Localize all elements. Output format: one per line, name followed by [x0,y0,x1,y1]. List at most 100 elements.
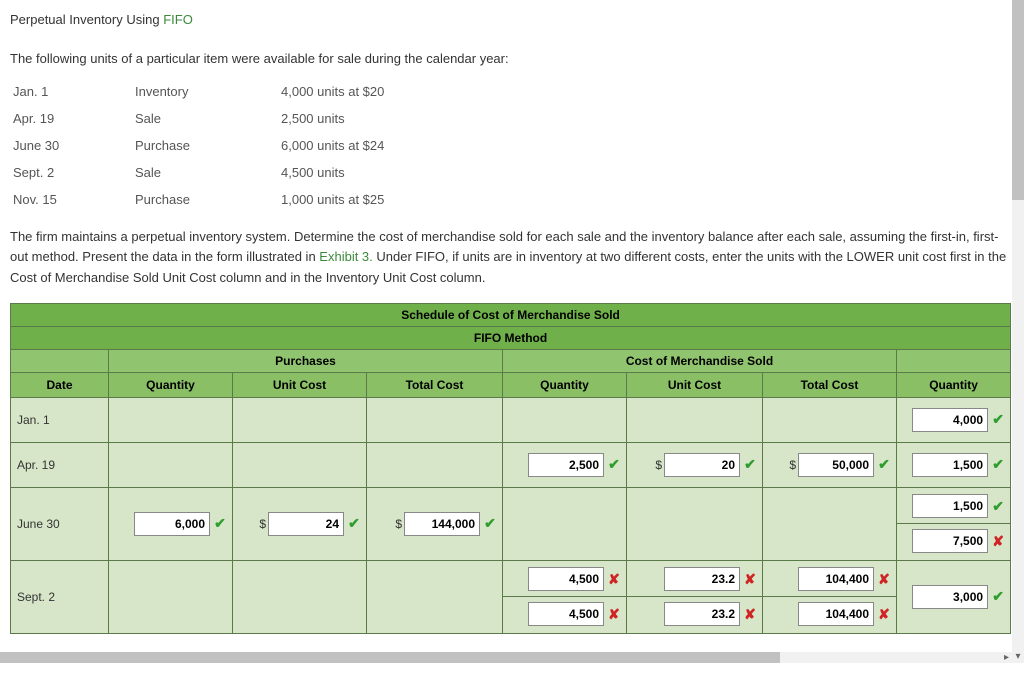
dollar-sign: $ [395,517,402,531]
txn-date: Nov. 15 [10,186,135,213]
col-qty: Quantity [897,372,1011,397]
txn-date: Sept. 2 [10,159,135,186]
cross-icon: ✘ [608,606,620,623]
txn-type: Inventory [135,78,281,105]
cross-icon: ✘ [744,571,756,588]
check-icon: ✔ [348,515,360,532]
scroll-down-arrow-icon[interactable]: ▾ [1012,651,1024,663]
col-qty: Quantity [503,372,627,397]
table-row: Apr. 19 ✔ $✔ $✔ ✔ [11,442,1011,487]
txn-type: Sale [135,159,281,186]
dollar-sign: $ [789,458,796,472]
txn-desc: 1,000 units at $25 [281,186,541,213]
check-icon: ✔ [484,515,496,532]
txn-type: Sale [135,105,281,132]
check-icon: ✔ [878,456,890,473]
inv-qty-input[interactable] [912,408,988,432]
dollar-sign: $ [259,517,266,531]
transaction-row: Nov. 15Purchase1,000 units at $25 [10,186,541,213]
purch-uc-input[interactable] [268,512,344,536]
inv-qty-input[interactable] [912,453,988,477]
instructions: The firm maintains a perpetual inventory… [10,227,1012,289]
cogs-qty-input[interactable] [528,567,604,591]
empty-cell [109,560,233,633]
cross-icon: ✘ [992,533,1004,550]
col-unit-cost: Unit Cost [233,372,367,397]
check-icon: ✔ [992,456,1004,473]
empty-cell [627,487,763,560]
row-date: Apr. 19 [11,442,109,487]
empty-cell [763,397,897,442]
txn-type: Purchase [135,186,281,213]
col-spacer [11,349,109,372]
empty-cell [763,487,897,560]
table-row: June 30 ✔ $✔ $✔ ✔ ✘ [11,487,1011,560]
check-icon: ✔ [992,411,1004,428]
transaction-row: Sept. 2Sale4,500 units [10,159,541,186]
cogs-qty-input[interactable] [528,453,604,477]
empty-cell [627,397,763,442]
worksheet-table: Schedule of Cost of Merchandise Sold FIF… [10,303,1011,634]
group-purchases: Purchases [109,349,503,372]
empty-cell [109,442,233,487]
transaction-row: June 30Purchase6,000 units at $24 [10,132,541,159]
cogs-uc-input[interactable] [664,453,740,477]
viewport: Perpetual Inventory Using FIFO The follo… [0,0,1024,674]
transaction-row: Jan. 1Inventory4,000 units at $20 [10,78,541,105]
row-date: Sept. 2 [11,560,109,633]
cogs-uc-input[interactable] [664,602,740,626]
inv-qty-input[interactable] [912,494,988,518]
transactions-table: Jan. 1Inventory4,000 units at $20 Apr. 1… [10,78,541,213]
txn-desc: 4,500 units [281,159,541,186]
purch-tc-input[interactable] [404,512,480,536]
cogs-tc-input[interactable] [798,453,874,477]
col-spacer [897,349,1011,372]
cogs-tc-input[interactable] [798,602,874,626]
txn-date: June 30 [10,132,135,159]
empty-cell [367,397,503,442]
table-row: Jan. 1 ✔ [11,397,1011,442]
cross-icon: ✘ [878,571,890,588]
horizontal-scroll-thumb[interactable] [0,652,780,663]
check-icon: ✔ [744,456,756,473]
inv-qty-input[interactable] [912,529,988,553]
cogs-uc-input[interactable] [664,567,740,591]
cogs-tc-input[interactable] [798,567,874,591]
txn-type: Purchase [135,132,281,159]
row-date: Jan. 1 [11,397,109,442]
txn-desc: 2,500 units [281,105,541,132]
inv-qty-input[interactable] [912,585,988,609]
purch-uc-cell: $✔ [233,487,367,560]
cross-icon: ✘ [878,606,890,623]
check-icon: ✔ [992,588,1004,605]
empty-cell [233,560,367,633]
cogs-tc-cell: $✔ [763,442,897,487]
row-date: June 30 [11,487,109,560]
ws-title: Schedule of Cost of Merchandise Sold [11,303,1011,326]
horizontal-scrollbar[interactable]: ▸ [0,652,1012,663]
vertical-scrollbar[interactable]: ▾ [1012,0,1024,663]
empty-cell [367,560,503,633]
page-title: Perpetual Inventory Using FIFO [10,10,1012,31]
empty-cell [367,442,503,487]
vertical-scroll-thumb[interactable] [1012,0,1024,200]
cogs-qty-input[interactable] [528,602,604,626]
document-content: Perpetual Inventory Using FIFO The follo… [0,0,1012,663]
col-total-cost: Total Cost [367,372,503,397]
cogs-qty-double-cell: ✘ ✘ [503,560,627,633]
exhibit-link[interactable]: Exhibit 3. [319,249,372,264]
txn-date: Apr. 19 [10,105,135,132]
empty-cell [503,397,627,442]
purch-qty-cell: ✔ [109,487,233,560]
cross-icon: ✘ [608,571,620,588]
purch-qty-input[interactable] [134,512,210,536]
empty-cell [233,397,367,442]
table-row: Sept. 2 ✘ ✘ ✘ ✘ ✘ ✘ ✔ [11,560,1011,633]
empty-cell [503,487,627,560]
scroll-right-arrow-icon[interactable]: ▸ [1001,652,1012,663]
check-icon: ✔ [608,456,620,473]
intro-text: The following units of a particular item… [10,49,1012,70]
fifo-link[interactable]: FIFO [163,12,193,27]
cogs-tc-double-cell: ✘ ✘ [763,560,897,633]
ws-subtitle: FIFO Method [11,326,1011,349]
